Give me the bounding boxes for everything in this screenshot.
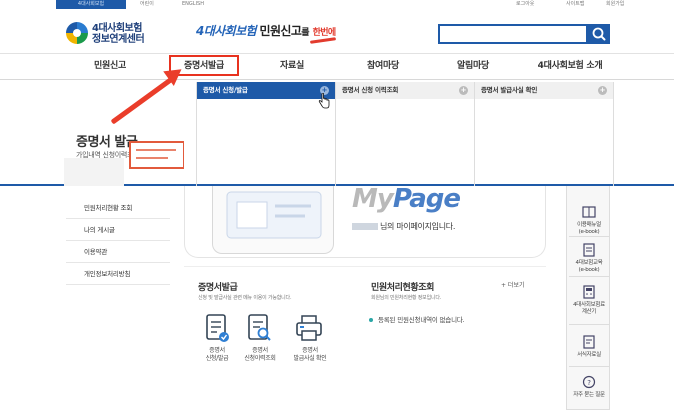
dropdown-col-history[interactable]: 증명서 신청 이력조회 + (335, 82, 474, 186)
dropdown-item-verify-label: 증명서 발급사실 확인 (481, 86, 538, 94)
dropdown-item-history-label: 증명서 신청 이력조회 (342, 86, 399, 94)
quick-item-education[interactable]: 4대보험교육 (e-book) (567, 242, 611, 274)
cert-verify-label[interactable]: 증명서 발급사실 확인 (280, 347, 340, 363)
document-icon (583, 335, 595, 349)
quick-menu: 이용매뉴얼 (e-book) 4대보험교육 (e-book) 4대사회보험료 계… (566, 186, 610, 410)
quick-divider (569, 236, 609, 237)
gnb-top-divider (0, 53, 674, 54)
header-banner: 4대사회보험 민원신고를 한번에 (196, 24, 336, 40)
cert-verify-label-line2: 발급사실 확인 (293, 355, 327, 362)
english-link[interactable]: ENGLISH (182, 0, 204, 9)
top-utility-bar: 4대사회보험 어린이 ENGLISH 로그아웃 사이트맵 회원가입 (0, 0, 674, 9)
search-input[interactable] (438, 24, 588, 44)
banner-text-4: 한번에 (312, 28, 337, 38)
quick-item-manual-line1: 이용매뉴얼 (577, 222, 601, 228)
faq-icon: ? (582, 375, 596, 389)
mypage-greeting: 님의 마이페이지입니다. (352, 221, 455, 232)
search-button[interactable] (588, 24, 610, 44)
calculator-icon (583, 285, 595, 299)
dropdown-col-apply[interactable]: 증명서 신청/발급 + (196, 82, 335, 186)
cert-verify-label-line1: 증명서 (302, 347, 318, 354)
mypage-decoration-icon (226, 191, 322, 239)
left-nav: 민원처리현황 조회 나의 게시글 이용약관 개인정보처리방침 (66, 197, 170, 285)
gnb-item-complaint[interactable]: 민원신고 (70, 55, 150, 77)
quick-divider (569, 324, 609, 325)
gnb-item-notice[interactable]: 알림마당 (433, 55, 513, 77)
quick-item-faq[interactable]: ? 자주 묻는 질문 (567, 374, 611, 399)
dropdown-item-apply-label: 증명서 신청/발급 (203, 86, 248, 94)
quick-divider (569, 366, 609, 367)
certificate-illustration-icon (64, 141, 185, 186)
banner-text-2: 민원신고 (259, 24, 302, 38)
bullet-icon (369, 318, 373, 322)
quick-divider (569, 276, 609, 277)
dropdown-item-apply[interactable]: 증명서 신청/발급 + (197, 82, 335, 99)
site-tab-4insurance[interactable]: 4대사회보험 (56, 0, 126, 9)
quick-item-faq-line1: 자주 묻는 질문 (573, 392, 605, 398)
logout-link[interactable]: 로그아웃 (516, 0, 534, 9)
cert-history-icon[interactable] (244, 312, 274, 344)
quick-item-forms-line1: 서식자료실 (577, 352, 601, 358)
kids-link[interactable]: 어린이 (140, 0, 154, 9)
quick-item-education-line1: 4대보험교육 (575, 260, 603, 266)
banner-text-3: 를 (301, 28, 309, 38)
mypage-greeting-text: 님의 마이페이지입니다. (380, 222, 456, 231)
mypage-title-my: My (352, 184, 394, 214)
banner-text-1: 4대사회보험 (196, 24, 257, 38)
status-section-title: 민원처리현황조회 (371, 283, 435, 293)
dropdown-item-verify[interactable]: 증명서 발급사실 확인 + (475, 82, 613, 99)
lnb-item-status[interactable]: 민원처리현황 조회 (66, 197, 170, 219)
blurred-username (352, 223, 378, 230)
sitemap-link[interactable]: 사이트맵 (566, 0, 584, 9)
plus-icon[interactable]: + (459, 86, 468, 95)
gnb-item-library[interactable]: 자료실 (252, 55, 332, 77)
quick-item-manual[interactable]: 이용매뉴얼 (e-book) (567, 204, 611, 236)
status-notice-text: 등록된 민원신청내역이 없습니다. (378, 316, 465, 324)
lnb-item-my-posts[interactable]: 나의 게시글 (66, 219, 170, 241)
gnb-item-participation[interactable]: 참여마당 (343, 55, 423, 77)
quick-item-calculator-line1: 4대사회보험료 (573, 302, 605, 308)
register-link[interactable]: 회원가입 (606, 0, 624, 9)
cert-apply-icon[interactable] (202, 312, 232, 344)
status-section-desc: 회원님의 민원처리현황 정보입니다. (371, 295, 442, 301)
lnb-item-terms[interactable]: 이용약관 (66, 241, 170, 263)
logo-text-line2[interactable]: 정보연계센터 (92, 34, 145, 45)
logo-icon[interactable] (66, 22, 88, 44)
mypage-illustration (212, 186, 334, 254)
plus-icon[interactable]: + (598, 86, 607, 95)
quick-item-education-line2: (e-book) (578, 267, 600, 273)
mypage-title-page: Page (392, 184, 461, 214)
status-notice: 등록된 민원신청내역이 없습니다. (369, 314, 465, 324)
lnb-item-privacy[interactable]: 개인정보처리방침 (66, 263, 170, 285)
book-icon (582, 206, 596, 218)
quick-item-forms[interactable]: 서식자료실 (567, 334, 611, 359)
svg-text:?: ? (587, 379, 591, 387)
hand-cursor-icon (318, 92, 330, 112)
dropdown-col-verify[interactable]: 증명서 발급사실 확인 + (474, 82, 614, 186)
mypage-title: MyPage (352, 184, 461, 214)
quick-item-calculator[interactable]: 4대사회보험료 계산기 (567, 284, 611, 316)
dropdown-item-history[interactable]: 증명서 신청 이력조회 + (336, 82, 474, 99)
more-link[interactable]: + 더보기 (501, 280, 525, 289)
dropdown-illustration (64, 138, 185, 186)
cert-section-title: 증명서발급 (198, 283, 238, 293)
search-icon (592, 27, 606, 41)
gnb-item-about[interactable]: 4대사회보험 소개 (522, 55, 618, 77)
cert-section-desc: 신청 및 발급사실 관련 메뉴 이용이 가능합니다. (198, 295, 292, 301)
quick-item-manual-line2: (e-book) (578, 229, 600, 235)
quick-item-calculator-line2: 계산기 (581, 309, 597, 315)
ebook-icon (583, 243, 595, 257)
page-root: 4대사회보험 어린이 ENGLISH 로그아웃 사이트맵 회원가입 4대사회보험… (0, 0, 674, 410)
section-divider (184, 266, 546, 267)
cert-verify-icon[interactable] (294, 312, 324, 344)
logo-text-line1[interactable]: 4대사회보험 (92, 23, 142, 34)
